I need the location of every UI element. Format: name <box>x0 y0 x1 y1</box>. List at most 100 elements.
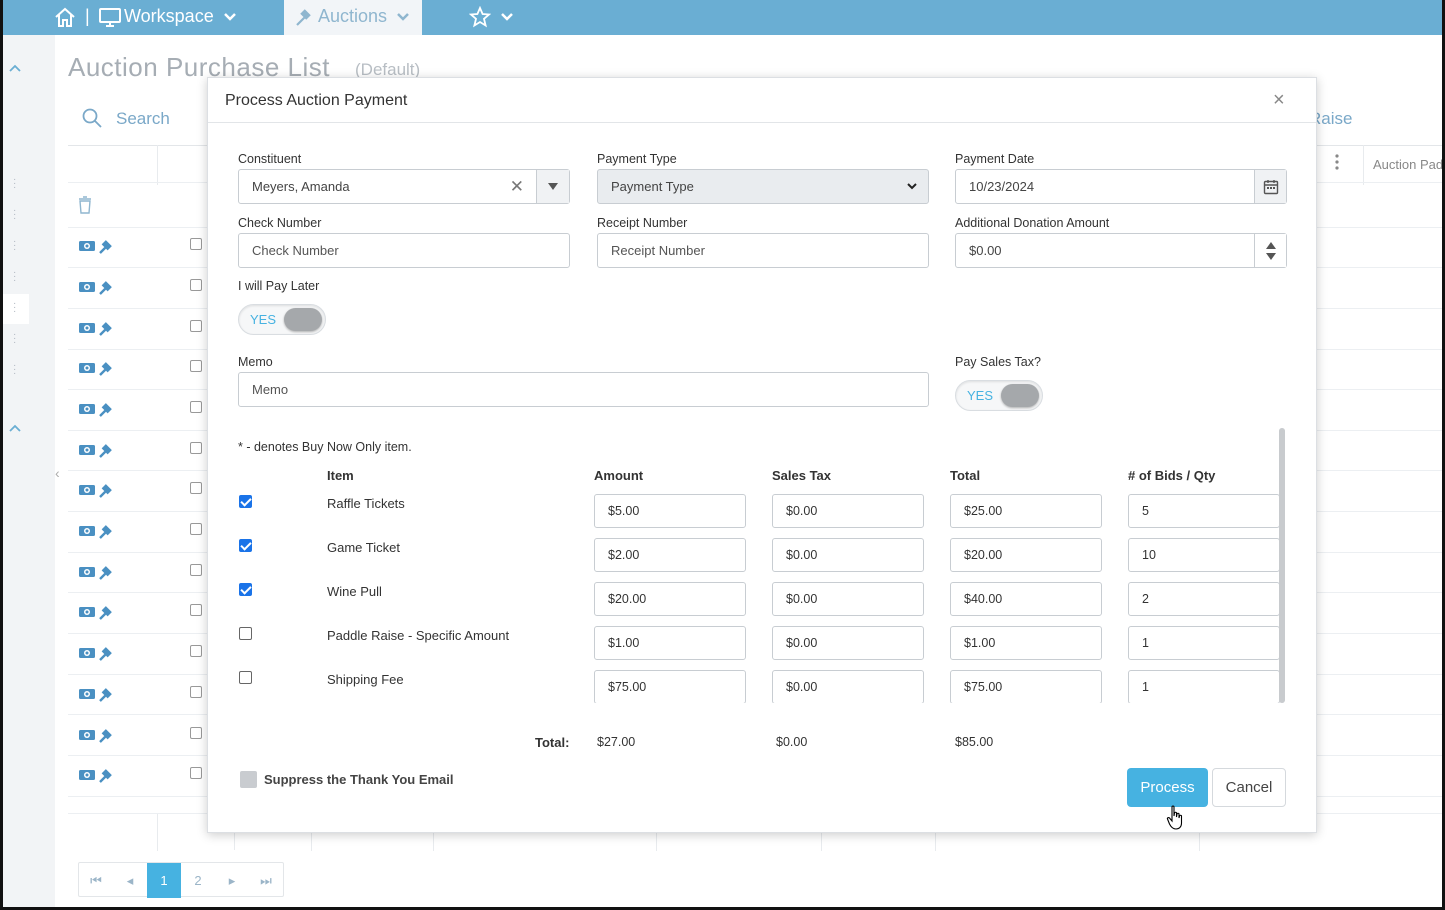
chevron-up-icon[interactable] <box>8 63 22 73</box>
item-checkbox[interactable] <box>239 671 252 684</box>
row-checkbox[interactable] <box>190 442 202 454</box>
sidebar-handle[interactable]: · · · <box>13 330 17 348</box>
row-checkbox[interactable] <box>190 482 202 494</box>
row-action-icons[interactable] <box>78 767 118 783</box>
additional-donation-input[interactable]: $0.00 <box>955 233 1287 268</box>
check-number-input[interactable]: Check Number <box>238 233 570 268</box>
spin-down-icon[interactable] <box>1265 252 1276 260</box>
items-scrollbar[interactable] <box>1279 428 1285 703</box>
scrollbar-thumb[interactable] <box>1279 428 1285 703</box>
last-page-button[interactable]: ⏭ <box>249 863 283 898</box>
row-checkbox[interactable] <box>190 320 202 332</box>
sidebar-handle[interactable]: · · · <box>13 175 17 193</box>
sidebar-handle[interactable]: · · · <box>13 299 17 317</box>
prev-page-button[interactable]: ◂ <box>113 863 147 898</box>
row-action-icons[interactable] <box>78 401 118 417</box>
cancel-button[interactable]: Cancel <box>1212 768 1286 807</box>
row-checkbox[interactable] <box>190 238 202 250</box>
item-qty-input[interactable]: 1 <box>1128 626 1280 660</box>
row-action-icons[interactable] <box>78 686 118 702</box>
sidebar-handle[interactable]: · · · <box>13 206 17 224</box>
chevron-left-icon[interactable]: ‹ <box>55 465 60 481</box>
item-checkbox[interactable] <box>239 627 252 640</box>
item-checkbox[interactable] <box>239 539 252 552</box>
sidebar-handle[interactable]: · · · <box>13 237 17 255</box>
item-qty-input[interactable]: 10 <box>1128 538 1280 572</box>
row-checkbox[interactable] <box>190 401 202 413</box>
row-action-icons[interactable] <box>78 604 118 620</box>
item-amount-input[interactable]: $1.00 <box>594 626 746 660</box>
item-amount-input[interactable]: $5.00 <box>594 494 746 528</box>
workspace-menu[interactable]: Workspace <box>124 6 214 27</box>
chevron-down-icon[interactable] <box>223 12 237 22</box>
dropdown-toggle[interactable] <box>536 170 569 203</box>
memo-input[interactable]: Memo <box>238 372 929 407</box>
row-action-icons[interactable] <box>78 238 118 254</box>
kebab-menu-icon[interactable] <box>1334 153 1340 171</box>
chevron-down-icon[interactable] <box>500 12 514 22</box>
item-sales-tax-input[interactable]: $0.00 <box>772 538 924 572</box>
star-icon[interactable] <box>469 6 491 28</box>
row-action-icons[interactable] <box>78 523 118 539</box>
next-page-button[interactable]: ▸ <box>215 863 249 898</box>
item-sales-tax-input[interactable]: $0.00 <box>772 670 924 703</box>
row-action-icons[interactable] <box>78 482 118 498</box>
item-total-input[interactable]: $25.00 <box>950 494 1102 528</box>
row-checkbox[interactable] <box>190 564 202 576</box>
suppress-email-checkbox[interactable] <box>240 771 257 788</box>
row-checkbox[interactable] <box>190 767 202 779</box>
row-checkbox[interactable] <box>190 686 202 698</box>
search-icon[interactable] <box>81 107 103 129</box>
sales-tax-toggle[interactable]: YES <box>955 380 1043 411</box>
page-1-button[interactable]: 1 <box>147 863 181 898</box>
column-header[interactable]: Auction Pad <box>1373 157 1442 172</box>
row-checkbox[interactable] <box>190 360 202 372</box>
clear-icon[interactable]: ✕ <box>510 177 524 197</box>
item-qty-input[interactable]: 1 <box>1128 670 1280 703</box>
pay-later-toggle[interactable]: YES <box>238 304 326 335</box>
close-icon[interactable]: × <box>1273 89 1285 112</box>
row-checkbox[interactable] <box>190 727 202 739</box>
item-sales-tax-input[interactable]: $0.00 <box>772 494 924 528</box>
item-total-input[interactable]: $20.00 <box>950 538 1102 572</box>
number-spinner[interactable] <box>1254 234 1286 267</box>
item-total-input[interactable]: $40.00 <box>950 582 1102 616</box>
payment-type-select[interactable]: Payment Type <box>597 169 929 204</box>
item-checkbox[interactable] <box>239 583 252 596</box>
row-action-icons[interactable] <box>78 564 118 580</box>
constituent-combobox[interactable]: Meyers, Amanda ✕ <box>238 169 570 204</box>
auctions-menu[interactable]: Auctions <box>318 6 387 27</box>
item-qty-input[interactable]: 2 <box>1128 582 1280 616</box>
sidebar-handle[interactable]: · · · <box>13 268 17 286</box>
receipt-number-input[interactable]: Receipt Number <box>597 233 929 268</box>
home-icon[interactable] <box>53 6 77 28</box>
page-2-button[interactable]: 2 <box>181 863 215 898</box>
row-checkbox[interactable] <box>190 523 202 535</box>
chevron-down-icon[interactable] <box>396 12 410 22</box>
trash-icon[interactable] <box>78 196 92 214</box>
sidebar-handle[interactable]: · · · <box>13 361 17 379</box>
row-action-icons[interactable] <box>78 320 118 336</box>
item-amount-input[interactable]: $75.00 <box>594 670 746 703</box>
item-amount-input[interactable]: $20.00 <box>594 582 746 616</box>
row-action-icons[interactable] <box>78 727 118 743</box>
item-total-input[interactable]: $1.00 <box>950 626 1102 660</box>
item-qty-input[interactable]: 5 <box>1128 494 1280 528</box>
item-sales-tax-input[interactable]: $0.00 <box>772 626 924 660</box>
row-checkbox[interactable] <box>190 279 202 291</box>
item-total-input[interactable]: $75.00 <box>950 670 1102 703</box>
suppress-email-label[interactable]: Suppress the Thank You Email <box>264 772 454 787</box>
spin-up-icon[interactable] <box>1265 241 1276 249</box>
row-checkbox[interactable] <box>190 604 202 616</box>
chevron-up-icon[interactable] <box>8 423 22 433</box>
row-action-icons[interactable] <box>78 279 118 295</box>
process-button[interactable]: Process <box>1127 768 1208 807</box>
item-checkbox[interactable] <box>239 495 252 508</box>
row-checkbox[interactable] <box>190 645 202 657</box>
row-action-icons[interactable] <box>78 442 118 458</box>
item-sales-tax-input[interactable]: $0.00 <box>772 582 924 616</box>
calendar-button[interactable] <box>1254 170 1286 203</box>
item-amount-input[interactable]: $2.00 <box>594 538 746 572</box>
first-page-button[interactable]: ⏮ <box>79 863 113 898</box>
search-link[interactable]: Search <box>116 109 170 129</box>
